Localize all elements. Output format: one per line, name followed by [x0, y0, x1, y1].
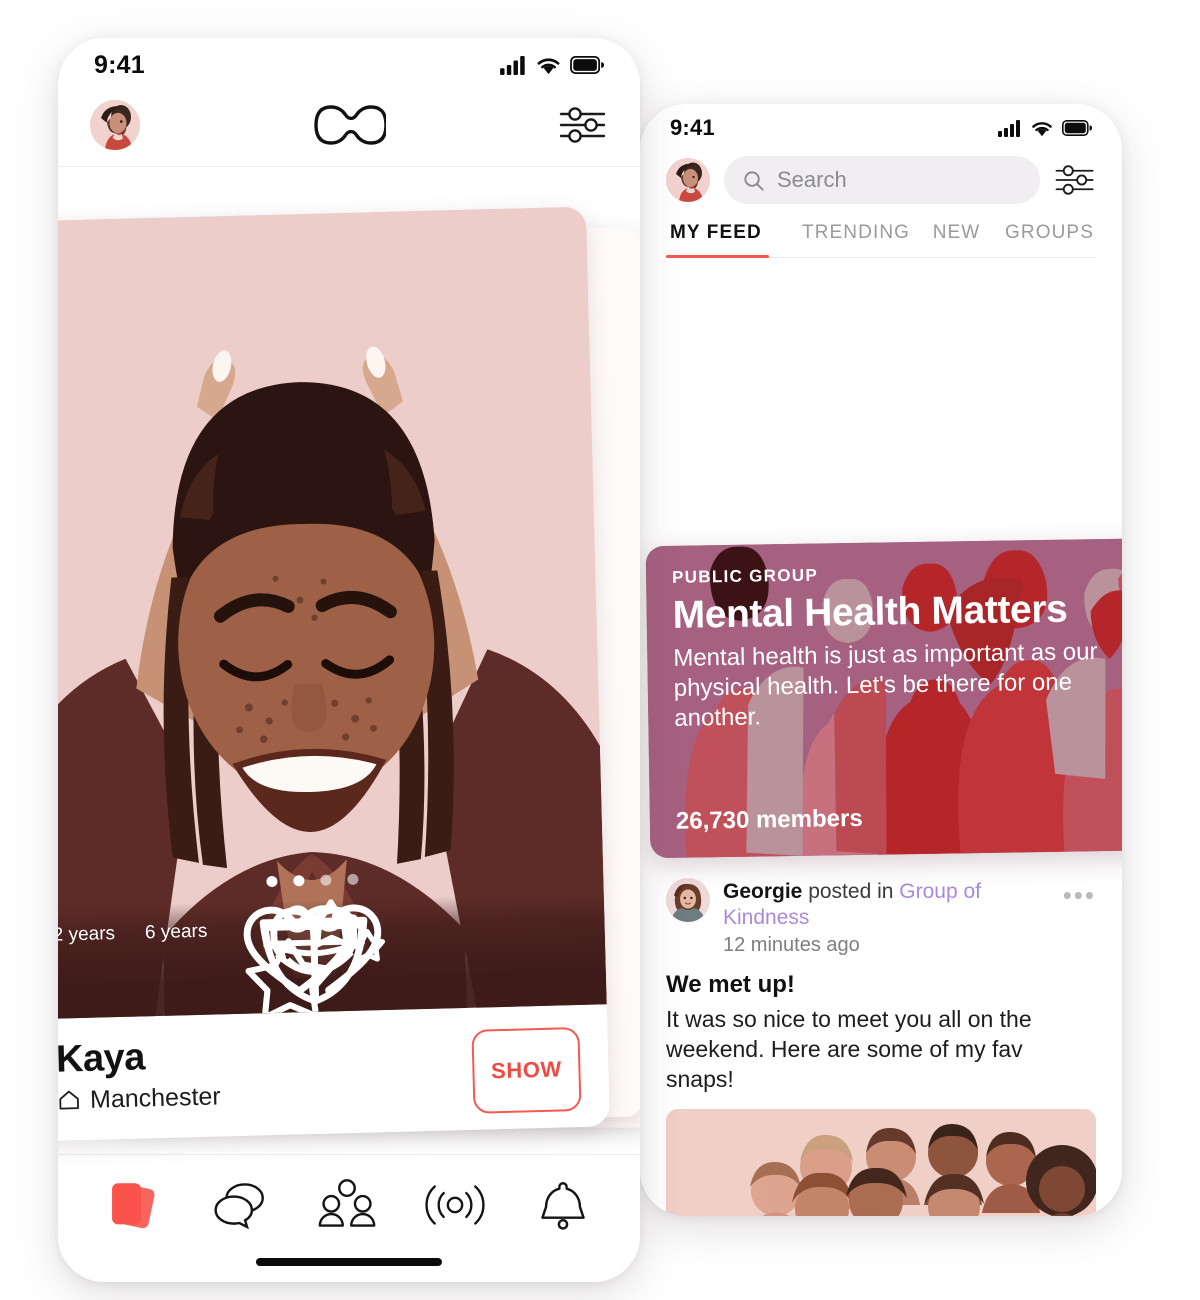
bottom-nav-left — [58, 1154, 640, 1282]
stars-icon — [245, 899, 386, 1020]
tab-label: TRENDING — [802, 222, 911, 243]
more-dots-icon[interactable]: ••• — [1063, 878, 1096, 908]
post-title: We met up! — [666, 970, 795, 998]
nav-cards[interactable] — [106, 1177, 164, 1233]
tab-label: NEW — [932, 222, 981, 243]
profile-card[interactable]: 2 years 6 years Kaya Manchester SHOW — [58, 206, 610, 1142]
people-group-icon — [318, 1179, 376, 1227]
post-author-avatar[interactable] — [666, 878, 710, 922]
search-placeholder: Search — [777, 167, 847, 192]
filter-sliders-icon[interactable] — [1054, 163, 1096, 197]
status-time: 9:41 — [670, 115, 715, 140]
nav-chats[interactable] — [212, 1177, 270, 1233]
search-input[interactable]: Search — [724, 156, 1040, 204]
user-avatar[interactable] — [90, 100, 140, 150]
profile-location: Manchester — [58, 1082, 221, 1115]
home-icon — [59, 1091, 79, 1110]
group-title: Mental Health Matters — [672, 587, 1068, 637]
tab-label: MY FEED — [670, 222, 762, 243]
broadcast-icon — [425, 1185, 485, 1225]
group-banner-card[interactable]: PUBLIC GROUP Mental Health Matters Menta… — [645, 537, 1122, 859]
group-description: Mental health is just as important as ou… — [673, 638, 1098, 733]
profile-card-stack: 2 years 6 years Kaya Manchester SHOW — [58, 200, 640, 1160]
filter-sliders-icon[interactable] — [558, 105, 608, 145]
profile-location-label: Manchester — [89, 1082, 222, 1114]
header-left — [58, 92, 640, 167]
wifi-icon — [1032, 121, 1052, 136]
profile-name: Kaya — [58, 1036, 146, 1081]
group-kicker: PUBLIC GROUP — [671, 565, 819, 587]
status-time: 9:41 — [94, 50, 145, 79]
dot[interactable] — [320, 874, 332, 886]
cards-icon — [112, 1183, 155, 1229]
dot[interactable] — [347, 873, 359, 886]
profile-attributes: 2 years 6 years — [58, 892, 607, 1020]
tab-groups[interactable]: GROUPS — [1003, 222, 1096, 257]
phone-left: 9:41 2 years 6 years Kaya Manchester SHO… — [58, 38, 640, 1282]
group-member-count: 26,730 members — [675, 804, 863, 835]
nav-groups[interactable] — [318, 1177, 376, 1233]
tab-new[interactable]: NEW — [910, 222, 1003, 257]
group-photo — [666, 1108, 1096, 1216]
show-button[interactable]: SHOW — [471, 1026, 582, 1114]
status-bar-right: 9:41 — [640, 104, 1122, 152]
status-bar-left: 9:41 — [58, 38, 640, 92]
post-byline: Georgie posted in Group of Kindness — [723, 879, 1050, 932]
wifi-icon — [537, 57, 560, 74]
search-icon — [744, 170, 764, 191]
home-indicator[interactable] — [256, 1258, 442, 1266]
feed-tabs: MY FEED TRENDING NEW GROUPS — [666, 204, 1096, 258]
tab-trending[interactable]: TRENDING — [802, 222, 910, 257]
bell-icon — [541, 1182, 585, 1230]
post-card: Georgie posted in Group of Kindness 12 m… — [640, 858, 1122, 1216]
post-posted-in: posted in — [808, 880, 894, 903]
chat-bubbles-icon — [214, 1183, 264, 1230]
tab-label: GROUPS — [1005, 222, 1094, 243]
post-timestamp: 12 minutes ago — [723, 933, 860, 956]
post-author-name[interactable]: Georgie — [723, 880, 802, 903]
tab-my-feed[interactable]: MY FEED — [666, 222, 802, 258]
attribute-stars — [245, 899, 465, 1020]
dot[interactable] — [293, 875, 305, 887]
user-avatar[interactable] — [666, 158, 710, 202]
peanut-logo — [314, 105, 386, 145]
feed-list: Georgie posted in Group of Kindness 12 m… — [640, 258, 1122, 1216]
profile-info: Kaya Manchester SHOW — [58, 1004, 610, 1142]
post-body: It was so nice to meet you all on the we… — [666, 1005, 1032, 1093]
app-mockup-stage: 9:41 Search MY FEED TRENDING NEW GROUPS … — [0, 0, 1200, 1300]
battery-icon — [1062, 120, 1092, 136]
nav-live[interactable] — [424, 1177, 486, 1233]
post-media[interactable] — [666, 1108, 1096, 1216]
dot[interactable] — [266, 875, 278, 888]
profile-photo: 2 years 6 years — [58, 206, 607, 1020]
cellular-signal-icon — [998, 119, 1020, 137]
battery-icon — [570, 56, 604, 74]
phone-right: 9:41 Search MY FEED TRENDING NEW GROUPS … — [640, 104, 1122, 1216]
cellular-signal-icon — [500, 55, 525, 75]
nav-notifications[interactable] — [534, 1177, 592, 1233]
header-right: Search MY FEED TRENDING NEW GROUPS — [640, 152, 1122, 258]
post-header: Georgie posted in Group of Kindness 12 m… — [666, 878, 1096, 957]
